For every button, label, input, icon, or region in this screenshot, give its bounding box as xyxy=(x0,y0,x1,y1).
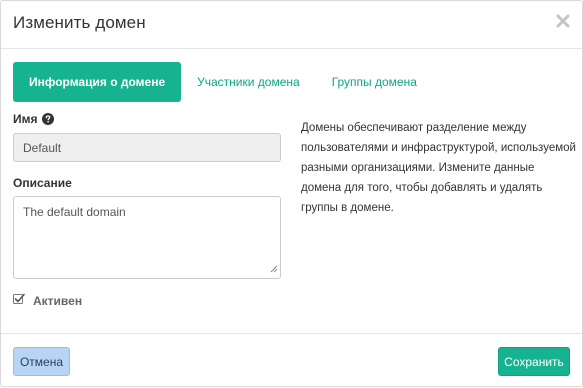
tab-domain-members[interactable]: Участники домена xyxy=(181,62,316,102)
edit-domain-dialog: Изменить домен Информация о домене Участ… xyxy=(0,0,583,387)
name-field: Default xyxy=(13,133,281,162)
tab-bar: Информация о домене Участники домена Гру… xyxy=(13,62,433,102)
save-button[interactable]: Сохранить xyxy=(498,347,570,376)
close-icon[interactable] xyxy=(556,11,570,31)
description-label: Описание xyxy=(13,176,72,190)
description-value: The default domain xyxy=(23,205,126,219)
enabled-label: Активен xyxy=(33,294,83,308)
name-label: Имя xyxy=(13,112,54,128)
dialog-footer: Отмена Сохранить xyxy=(1,333,582,388)
check-icon xyxy=(13,292,25,310)
description-textarea[interactable]: The default domain xyxy=(13,196,281,279)
cancel-button[interactable]: Отмена xyxy=(13,347,70,376)
tab-domain-groups[interactable]: Группы домена xyxy=(316,62,433,102)
resize-grip-icon[interactable] xyxy=(269,262,278,276)
name-label-text: Имя xyxy=(13,112,38,126)
enabled-checkbox[interactable]: Активен xyxy=(13,293,82,309)
help-text: Домены обеспечивают разделение между пол… xyxy=(301,122,576,214)
dialog-title: Изменить домен xyxy=(13,13,146,32)
question-circle-icon[interactable] xyxy=(41,113,54,128)
tab-domain-info[interactable]: Информация о домене xyxy=(13,62,182,102)
dialog-header: Изменить домен xyxy=(1,1,582,49)
